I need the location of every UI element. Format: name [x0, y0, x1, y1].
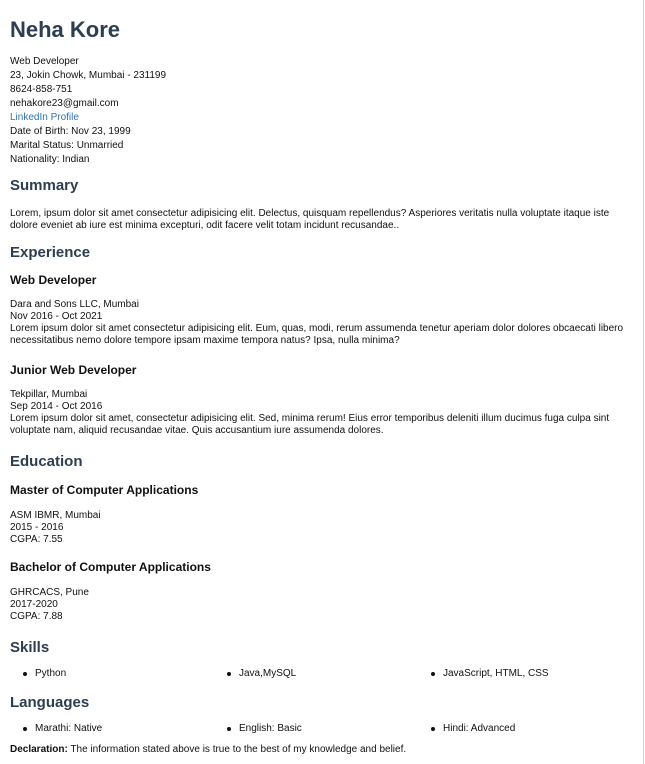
education-grade: CGPA: 7.88 [10, 611, 63, 622]
contact-block: Web Developer 23, Jokin Chowk, Mumbai - … [10, 55, 166, 167]
education-degree: Bachelor of Computer Applications [10, 560, 211, 574]
education-school: ASM IBMR, Mumbai [10, 510, 101, 521]
bullet-icon [23, 727, 27, 731]
education-entry: ASM IBMR, Mumbai 2015 - 2016 CGPA: 7.55 [10, 510, 630, 546]
education-school: GHRCACS, Pune [10, 587, 89, 598]
declaration-text: The information stated above is true to … [67, 744, 407, 755]
list-item: Hindi: Advanced [418, 723, 622, 735]
education-years: 2015 - 2016 [10, 522, 64, 533]
bullet-icon [431, 727, 435, 731]
phone-number: 8624-858-751 [10, 84, 73, 95]
experience-heading: Experience [10, 244, 91, 261]
skills-list: Python Java,MySQL JavaScript, HTML, CSS [10, 668, 630, 680]
education-heading: Education [10, 453, 83, 470]
date-of-birth: Date of Birth: Nov 23, 1999 [10, 126, 131, 137]
nationality: Nationality: Indian [10, 154, 90, 165]
experience-entry: Tekpillar, Mumbai Sep 2014 - Oct 2016 Lo… [10, 389, 630, 437]
address: 23, Jokin Chowk, Mumbai - 231199 [10, 70, 167, 81]
education-degree: Master of Computer Applications [10, 483, 199, 497]
skill-label: Python [35, 668, 67, 679]
bullet-icon [431, 672, 435, 676]
language-label: Hindi: Advanced [443, 723, 516, 734]
bullet-icon [227, 672, 231, 676]
bullet-icon [227, 727, 231, 731]
skills-heading: Skills [10, 639, 50, 656]
experience-role: Web Developer [10, 273, 97, 287]
experience-dates: Sep 2014 - Oct 2016 [10, 401, 103, 412]
language-label: Marathi: Native [35, 723, 103, 734]
list-item: JavaScript, HTML, CSS [418, 668, 622, 680]
education-grade: CGPA: 7.55 [10, 534, 63, 545]
experience-role: Junior Web Developer [10, 363, 137, 377]
education-years: 2017-2020 [10, 599, 58, 610]
page-edge-rule [643, 0, 644, 764]
email-address: nehakore23@gmail.com [10, 98, 119, 109]
skill-label: JavaScript, HTML, CSS [443, 668, 549, 679]
experience-description: Lorem ipsum dolor sit amet consectetur a… [10, 323, 624, 346]
experience-entry: Dara and Sons LLC, Mumbai Nov 2016 - Oct… [10, 299, 630, 347]
experience-company: Dara and Sons LLC, Mumbai [10, 299, 139, 310]
languages-heading: Languages [10, 694, 90, 711]
declaration: Declaration: The information stated abov… [10, 744, 406, 756]
list-item: Marathi: Native [10, 723, 214, 735]
job-role: Web Developer [10, 56, 79, 67]
languages-list: Marathi: Native English: Basic Hindi: Ad… [10, 723, 630, 735]
bullet-icon [23, 672, 27, 676]
list-item: Python [10, 668, 214, 680]
education-entry: GHRCACS, Pune 2017-2020 CGPA: 7.88 [10, 587, 630, 623]
summary-text: Lorem, ipsum dolor sit amet consectetur … [10, 208, 610, 231]
list-item: Java,MySQL [214, 668, 418, 680]
experience-description: Lorem ipsum dolor sit amet, consectetur … [10, 413, 610, 436]
summary-heading: Summary [10, 177, 79, 194]
linkedin-link[interactable]: LinkedIn Profile [10, 112, 79, 123]
experience-dates: Nov 2016 - Oct 2021 [10, 311, 103, 322]
skill-label: Java,MySQL [239, 668, 297, 679]
declaration-label: Declaration: [10, 744, 68, 755]
marital-status: Marital Status: Unmarried [10, 140, 124, 151]
language-label: English: Basic [239, 723, 302, 734]
list-item: English: Basic [214, 723, 418, 735]
candidate-name: Neha Kore [10, 17, 121, 42]
experience-company: Tekpillar, Mumbai [10, 389, 88, 400]
